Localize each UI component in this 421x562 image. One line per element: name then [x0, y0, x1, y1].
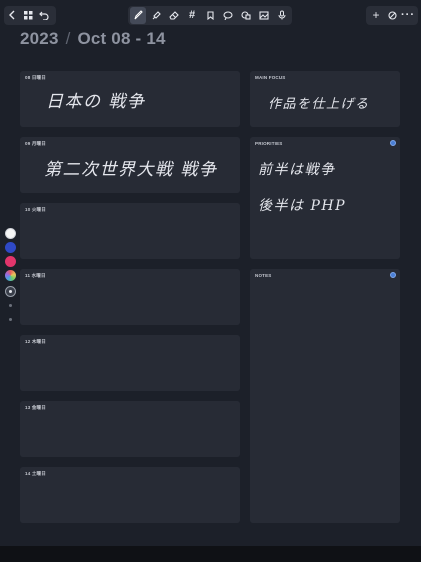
pen-size-selected[interactable] [5, 286, 16, 297]
main-focus-card[interactable]: MAIN FOCUS 作品を仕上げる [250, 71, 400, 127]
day-card-08[interactable]: 08 日曜日 日本の 戦争 [20, 71, 240, 127]
day-card-10[interactable]: 10 火曜日 [20, 203, 240, 259]
title-date-range: Oct 08 - 14 [77, 29, 166, 48]
back-icon[interactable] [6, 7, 18, 23]
handwriting-ink-line-2: 後半は PHP [258, 198, 346, 214]
page-title: 2023 / Oct 08 - 14 [20, 29, 166, 49]
color-picker-icon[interactable] [5, 270, 16, 281]
main-focus-label: MAIN FOCUS [255, 75, 286, 80]
notes-card[interactable]: NOTES [250, 269, 400, 523]
pen-size-dot [9, 290, 12, 293]
day-label: 12 木曜日 [25, 339, 46, 344]
day-card-13[interactable]: 13 金曜日 [20, 401, 240, 457]
day-card-11[interactable]: 11 水曜日 [20, 269, 240, 325]
priorities-indicator-icon[interactable] [390, 140, 396, 146]
planner-page: # + ··· 2023 / Oct 08 - 14 08 日曜日 日本の 戦争… [0, 0, 421, 562]
eraser-icon[interactable] [168, 7, 180, 23]
hide-icon[interactable] [386, 7, 398, 23]
title-year: 2023 [20, 29, 59, 48]
image-icon[interactable] [258, 7, 270, 23]
day-card-09[interactable]: 09 月曜日 第二次世界大戦 戦争 [20, 137, 240, 193]
undo-icon[interactable] [38, 7, 50, 23]
swatch-white[interactable] [5, 228, 16, 239]
notes-indicator-icon[interactable] [390, 272, 396, 278]
notes-label: NOTES [255, 273, 272, 278]
hashtag-icon[interactable]: # [186, 7, 198, 23]
bookmark-icon[interactable] [204, 7, 216, 23]
day-label: 10 火曜日 [25, 207, 46, 212]
microphone-icon[interactable] [276, 7, 288, 23]
swatch-blue[interactable] [5, 242, 16, 253]
handwriting-ink: 作品を仕上げる [268, 97, 370, 112]
handwriting-ink: 第二次世界大戦 戦争 [44, 160, 218, 180]
add-icon[interactable]: + [370, 7, 382, 23]
day-label: 09 月曜日 [25, 141, 46, 146]
handwriting-ink: 日本の 戦争 [46, 92, 146, 112]
day-card-14[interactable]: 14 土曜日 [20, 467, 240, 523]
lasso-icon[interactable] [222, 7, 234, 23]
day-label: 13 金曜日 [25, 405, 46, 410]
pen-size-small[interactable] [9, 304, 12, 307]
swatch-pink[interactable] [5, 256, 16, 267]
highlighter-icon[interactable] [150, 7, 162, 23]
pen-icon[interactable] [132, 7, 144, 23]
handwriting-ink-line-1: 前半は戦争 [258, 162, 336, 178]
priorities-card[interactable]: PRIORITIES 前半は戦争 後半は PHP [250, 137, 400, 259]
pen-size-smaller[interactable] [9, 318, 12, 321]
more-icon[interactable]: ··· [401, 7, 414, 23]
priorities-label: PRIORITIES [255, 141, 283, 146]
day-card-12[interactable]: 12 木曜日 [20, 335, 240, 391]
grid-icon[interactable] [22, 7, 34, 23]
shapes-icon[interactable] [240, 7, 252, 23]
day-label: 14 土曜日 [25, 471, 46, 476]
day-label: 11 水曜日 [25, 273, 46, 278]
day-label: 08 日曜日 [25, 75, 46, 80]
title-separator: / [65, 29, 71, 48]
